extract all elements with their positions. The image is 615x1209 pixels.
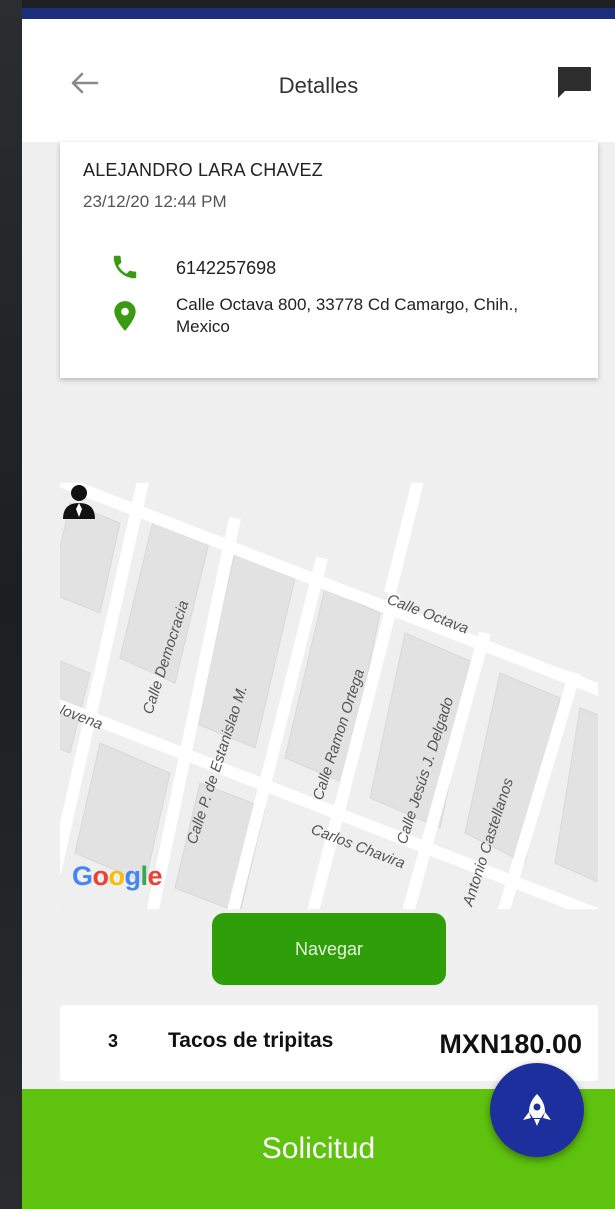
- request-label: Solicitud: [261, 1132, 376, 1165]
- rocket-icon: [523, 1094, 551, 1126]
- customer-name: ALEJANDRO LARA CHAVEZ: [83, 160, 323, 180]
- app-fab-button[interactable]: [490, 1063, 584, 1157]
- location-pin-icon: [114, 301, 136, 331]
- chat-bubble-icon: [558, 67, 591, 98]
- item-name: Tacos de tripitas: [168, 1029, 334, 1052]
- address-line-2: Mexico: [176, 317, 230, 336]
- order-date: 23/12/20 12:44 PM: [83, 192, 227, 211]
- status-bar: [22, 8, 615, 19]
- customer-phone[interactable]: 6142257698: [176, 258, 276, 279]
- background: [0, 0, 22, 1209]
- item-price: MXN180.00: [439, 1029, 582, 1059]
- phone-screen: Detalles ALEJANDRO LARA CHAVEZ 23/12/20 …: [22, 8, 615, 1209]
- page-title: Detalles: [278, 73, 359, 98]
- customer-location-marker-icon: [63, 485, 95, 519]
- item-quantity: 3: [108, 1031, 119, 1051]
- app-bar: Detalles: [22, 19, 615, 142]
- google-logo: Google: [72, 861, 163, 891]
- navigate-button[interactable]: Navegar: [212, 913, 446, 985]
- map-view[interactable]: Calle Octava Calle Democracia Calle P. d…: [60, 483, 598, 909]
- chat-button[interactable]: [552, 61, 596, 105]
- customer-address[interactable]: Calle Octava 800, 33778 Cd Camargo, Chih…: [176, 294, 586, 338]
- map-streets: Calle Octava Calle Democracia Calle P. d…: [60, 483, 598, 909]
- phone-icon: [113, 255, 137, 279]
- address-line-1: Calle Octava 800, 33778 Cd Camargo, Chih…: [176, 295, 519, 314]
- customer-card: ALEJANDRO LARA CHAVEZ 23/12/20 12:44 PM …: [60, 142, 598, 378]
